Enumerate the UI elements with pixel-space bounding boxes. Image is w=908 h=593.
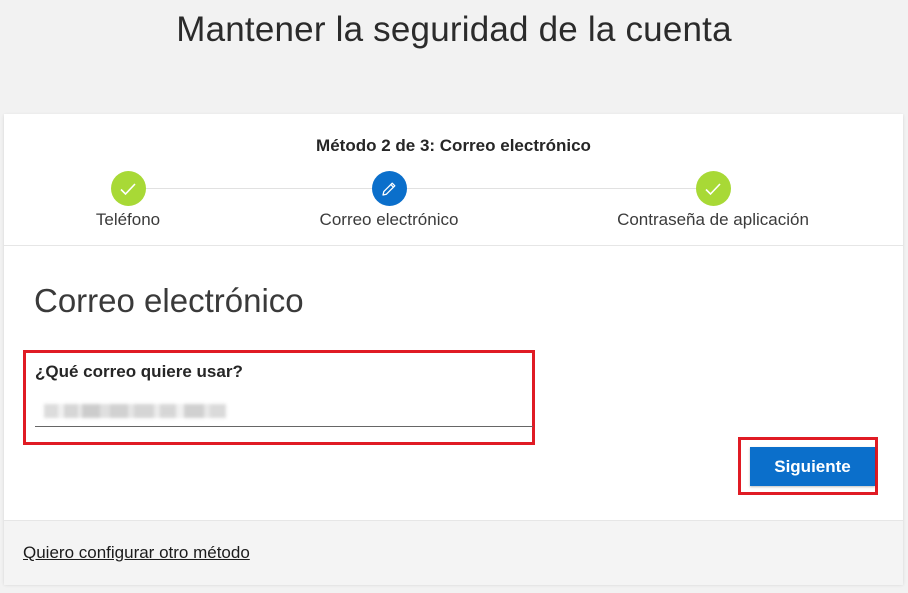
step-label: Correo electrónico [319,210,459,229]
other-method-link[interactable]: Quiero configurar otro método [23,543,250,563]
setup-card: Método 2 de 3: Correo electrónico Teléfo… [4,114,903,585]
step-contrasena: Contraseña de aplicación [593,171,833,230]
step-title: Método 2 de 3: Correo electrónico [316,136,591,155]
step-label: Contraseña de aplicación [617,210,809,229]
step-telefono: Teléfono [8,171,248,230]
check-icon [110,171,146,206]
pencil-icon [371,171,407,206]
email-field-highlight: ¿Qué correo quiere usar? [23,350,535,445]
card-footer: Quiero configurar otro método [4,520,903,585]
step-correo: Correo electrónico [269,171,509,230]
page-title: Mantener la seguridad de la cuenta [176,10,732,49]
email-label: ¿Qué correo quiere usar? [35,362,243,381]
section-title: Correo electrónico [34,282,304,319]
progress-indicator: Método 2 de 3: Correo electrónico Teléfo… [4,114,903,246]
check-icon [695,171,731,206]
next-button[interactable]: Siguiente [750,447,875,486]
step-label: Teléfono [95,210,161,229]
email-field[interactable] [35,393,533,427]
next-button-highlight: Siguiente [738,437,878,495]
